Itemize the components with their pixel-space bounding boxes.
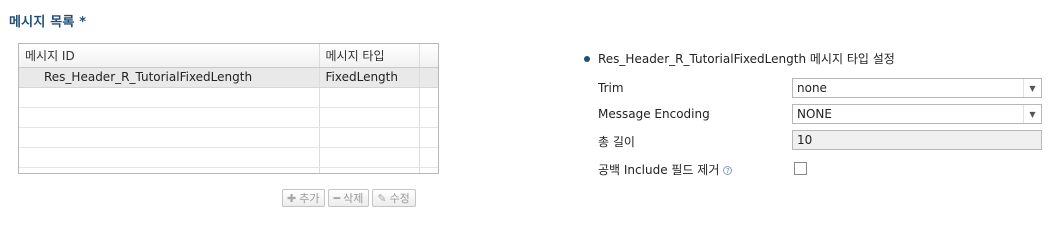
- bullet-icon: [584, 55, 590, 62]
- trim-select-value: none: [797, 81, 827, 95]
- table-header-row: 메시지 ID 메시지 타입: [19, 44, 438, 68]
- total-length-field[interactable]: 10: [792, 130, 1042, 150]
- column-header-message-id[interactable]: 메시지 ID: [19, 44, 320, 68]
- delete-button[interactable]: ━ 삭제: [328, 189, 370, 207]
- minus-icon: ━: [333, 191, 341, 205]
- message-encoding-value: NONE: [797, 107, 832, 121]
- remove-include-checkbox[interactable]: [794, 162, 807, 175]
- table-row-empty: [19, 87, 438, 108]
- table-row-empty: [19, 147, 438, 168]
- edit-button[interactable]: ✎ 수정: [372, 189, 416, 207]
- add-button[interactable]: ✚ 추가: [282, 189, 326, 207]
- message-type-settings-title: Res_Header_R_TutorialFixedLength 메시지 타입 …: [584, 50, 895, 67]
- message-list-title: 메시지 목록 *: [9, 15, 87, 30]
- table-action-buttons: ✚ 추가 ━ 삭제 ✎ 수정: [282, 189, 416, 207]
- column-header-message-type[interactable]: 메시지 타입: [319, 44, 420, 68]
- total-length-label: 총 길이: [598, 135, 635, 149]
- column-header-filler: [419, 44, 438, 68]
- help-icon[interactable]: ?: [723, 166, 733, 175]
- chevron-down-icon[interactable]: ▼: [1023, 105, 1041, 123]
- table-row[interactable]: Res_Header_R_TutorialFixedLength FixedLe…: [19, 67, 438, 88]
- table-row-empty: [19, 107, 438, 128]
- remove-include-label: 공백 Include 필드 제거?: [598, 161, 733, 178]
- message-list-table[interactable]: 메시지 ID 메시지 타입 Res_Header_R_TutorialFixed…: [18, 43, 439, 174]
- plus-icon: ✚: [287, 191, 297, 205]
- trim-select[interactable]: none ▼: [792, 78, 1042, 98]
- chevron-down-icon[interactable]: ▼: [1023, 79, 1041, 97]
- message-encoding-label: Message Encoding: [598, 107, 710, 121]
- cell-message-id[interactable]: Res_Header_R_TutorialFixedLength: [19, 67, 320, 88]
- table-row-empty: [19, 127, 438, 148]
- eraser-icon: ✎: [377, 191, 387, 205]
- table-row-empty: [19, 167, 438, 173]
- cell-message-type[interactable]: FixedLength: [319, 67, 420, 88]
- message-encoding-select[interactable]: NONE ▼: [792, 104, 1042, 124]
- trim-label: Trim: [598, 81, 624, 95]
